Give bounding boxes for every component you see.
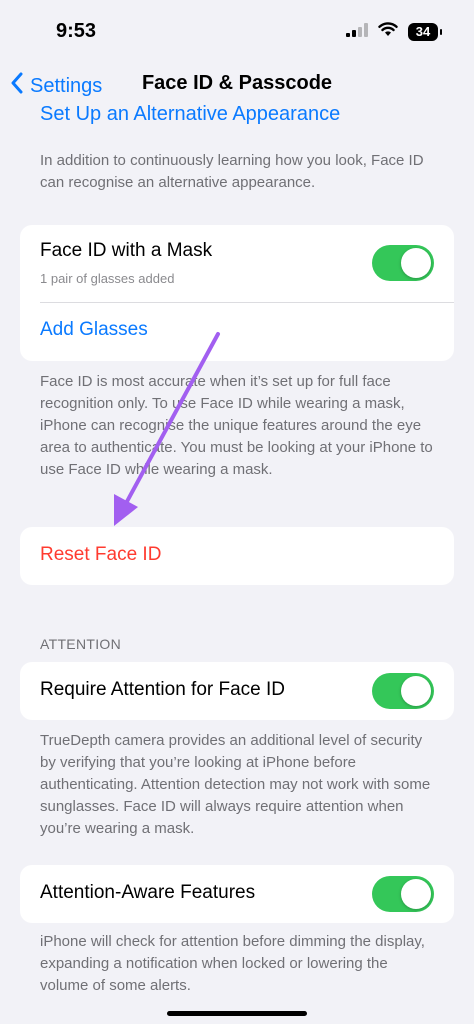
- alternative-appearance-footnote: In addition to continuously learning how…: [40, 152, 424, 191]
- status-bar: 9:53 34: [0, 0, 474, 60]
- face-id-with-mask-label: Face ID with a Mask: [40, 240, 213, 261]
- page-title: Face ID & Passcode: [141, 72, 333, 94]
- reset-face-id-label: Reset Face ID: [40, 544, 162, 565]
- toggle-knob: [401, 676, 431, 706]
- require-attention-footnote: TrueDepth camera provides an additional …: [40, 732, 431, 837]
- require-attention-toggle[interactable]: [372, 673, 434, 709]
- add-glasses-row[interactable]: Add Glasses: [20, 303, 454, 361]
- require-attention-row[interactable]: Require Attention for Face ID: [20, 662, 454, 720]
- attention-aware-row[interactable]: Attention-Aware Features: [20, 865, 454, 923]
- attention-aware-footnote: iPhone will check for attention before d…: [40, 933, 425, 994]
- mask-footnote: Face ID is most accurate when it’s set u…: [40, 373, 433, 478]
- status-time: 9:53: [56, 20, 97, 42]
- battery-indicator: 34: [408, 23, 442, 41]
- add-glasses-link[interactable]: Add Glasses: [40, 319, 148, 341]
- require-attention-label: Require Attention for Face ID: [40, 679, 286, 700]
- reset-face-id-card: Reset Face ID: [20, 527, 454, 585]
- mask-settings-card: Face ID with a Mask 1 pair of glasses ad…: [20, 225, 454, 361]
- setup-alternative-appearance-link[interactable]: Set Up an Alternative Appearance: [40, 103, 340, 126]
- attention-aware-toggle[interactable]: [372, 876, 434, 912]
- toggle-knob: [401, 879, 431, 909]
- face-id-with-mask-row[interactable]: Face ID with a Mask 1 pair of glasses ad…: [20, 225, 454, 301]
- cellular-signal-icon: [346, 22, 368, 42]
- require-attention-card: Require Attention for Face ID: [20, 662, 454, 720]
- reset-face-id-button[interactable]: Reset Face ID: [20, 527, 454, 585]
- home-indicator[interactable]: [167, 1011, 307, 1016]
- status-icons: 34: [346, 22, 442, 42]
- toggle-knob: [401, 248, 431, 278]
- navigation-bar: Settings Face ID & Passcode: [0, 62, 474, 106]
- face-id-with-mask-toggle[interactable]: [372, 245, 434, 281]
- attention-aware-card: Attention-Aware Features: [20, 865, 454, 923]
- wifi-icon: [378, 22, 398, 42]
- attention-section-header: ATTENTION: [40, 636, 121, 652]
- glasses-added-count: 1 pair of glasses added: [40, 271, 175, 286]
- attention-aware-label: Attention-Aware Features: [40, 882, 256, 903]
